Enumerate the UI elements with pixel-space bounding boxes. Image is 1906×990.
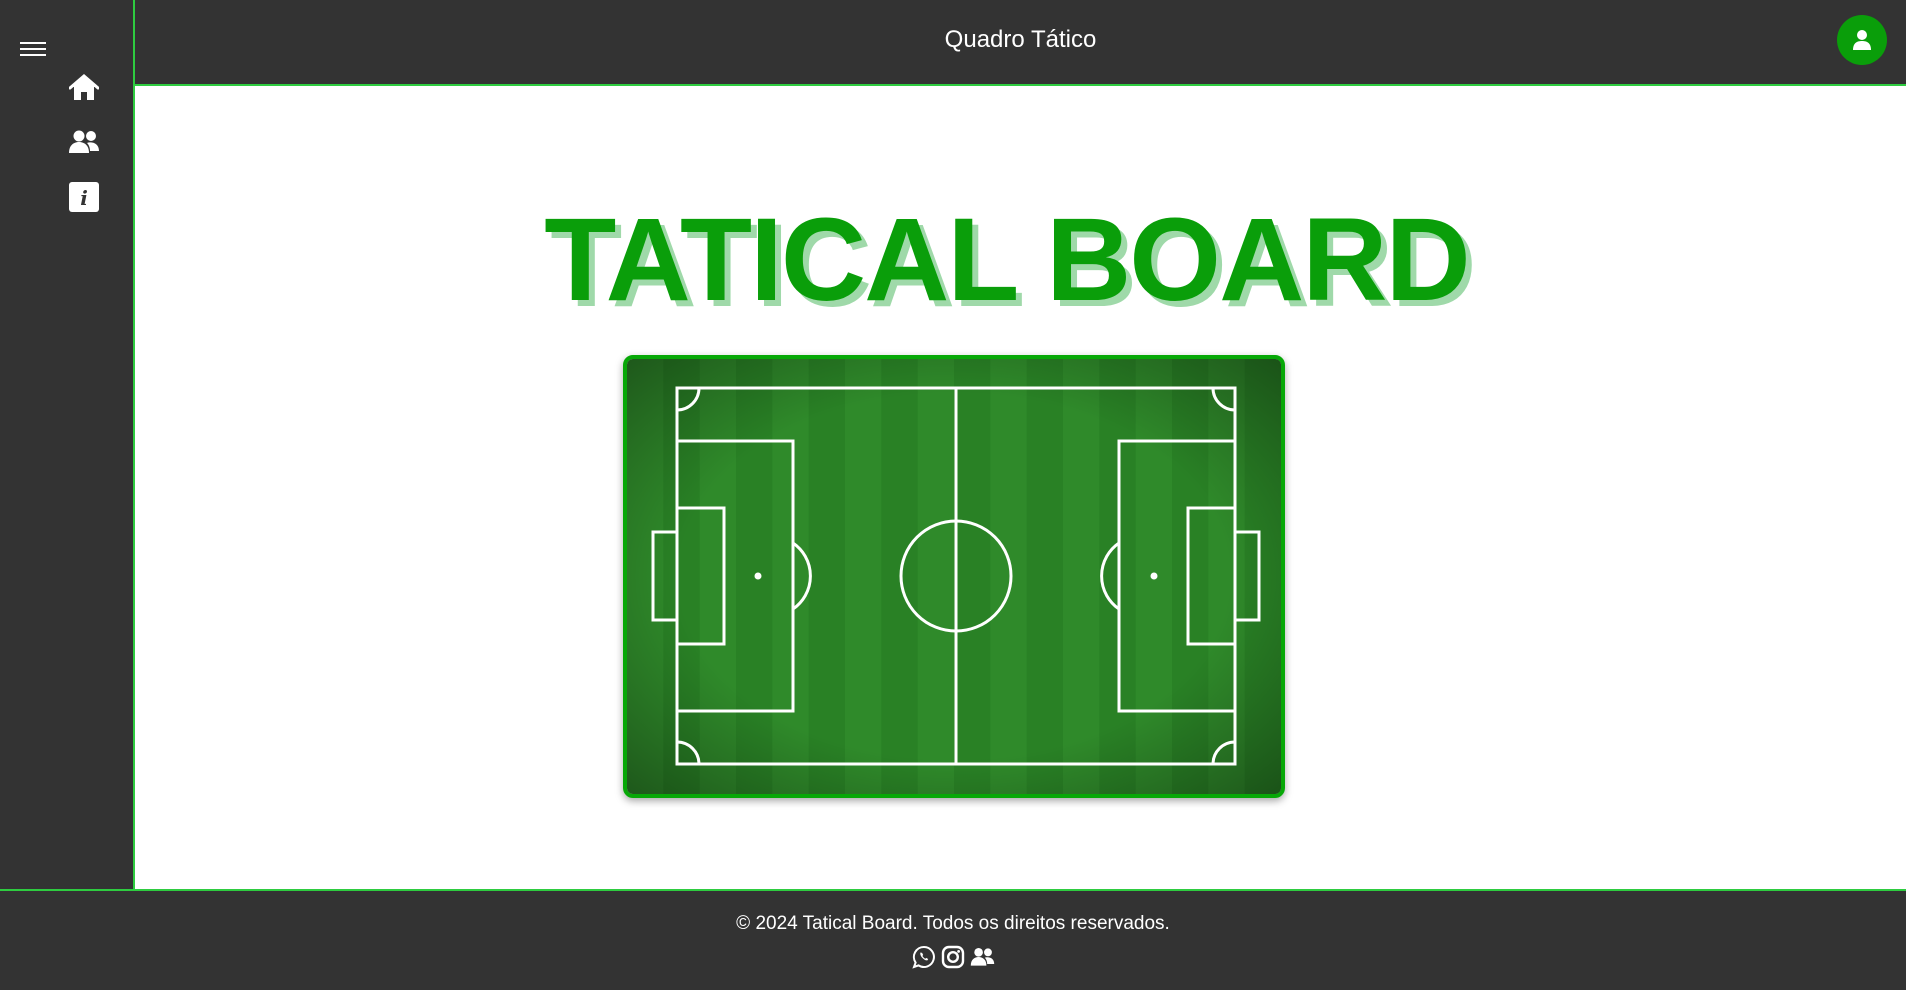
copyright-text: © 2024 Tatical Board. Todos os direitos … bbox=[736, 913, 1170, 934]
svg-text:i: i bbox=[80, 186, 88, 210]
users-icon bbox=[970, 947, 994, 966]
avatar[interactable] bbox=[1837, 15, 1887, 65]
sidebar: i bbox=[0, 0, 135, 889]
hero-title: TATICAL BOARD bbox=[544, 194, 1470, 326]
footer: © 2024 Tatical Board. Todos os direitos … bbox=[0, 889, 1906, 990]
whatsapp-link[interactable] bbox=[912, 944, 937, 969]
info-icon: i bbox=[69, 182, 99, 212]
page-title: Quadro Tático bbox=[944, 26, 1097, 53]
soccer-pitch-board[interactable] bbox=[623, 355, 1285, 798]
users-icon bbox=[69, 130, 99, 153]
home-icon bbox=[69, 74, 99, 100]
user-icon bbox=[1853, 30, 1871, 50]
social-links bbox=[0, 944, 1906, 969]
sidebar-item-home[interactable] bbox=[68, 72, 100, 104]
instagram-link[interactable] bbox=[941, 944, 966, 969]
sidebar-item-users[interactable] bbox=[68, 126, 100, 158]
instagram-icon bbox=[941, 945, 965, 968]
main-content: TATICAL BOARD bbox=[137, 86, 1906, 889]
whatsapp-icon bbox=[912, 945, 935, 969]
header: Quadro Tático bbox=[135, 0, 1906, 86]
sidebar-item-info[interactable]: i bbox=[68, 181, 100, 213]
soccer-pitch bbox=[627, 359, 1281, 794]
hamburger-icon[interactable] bbox=[20, 40, 46, 62]
community-link[interactable] bbox=[970, 944, 995, 969]
